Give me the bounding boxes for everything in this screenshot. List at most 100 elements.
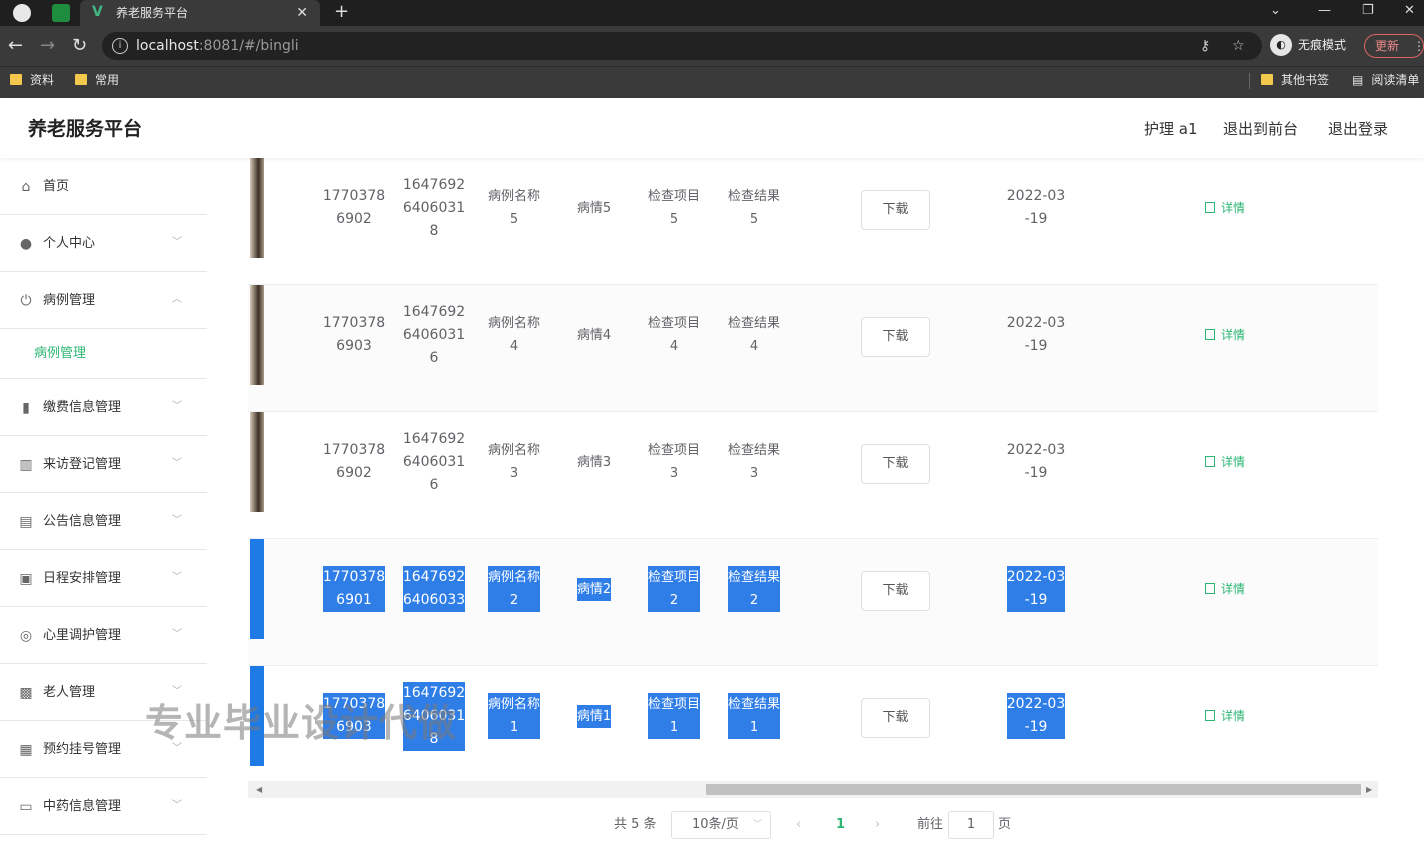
detail-link[interactable]: 详情 bbox=[1205, 412, 1245, 512]
sidebar-item-schedule[interactable]: ▣ 日程安排管理 ﹀ bbox=[0, 550, 207, 607]
reload-icon[interactable]: ↻ bbox=[72, 35, 87, 57]
download-button[interactable]: 下载 bbox=[861, 571, 930, 611]
scroll-right-icon[interactable]: ▶ bbox=[1366, 781, 1372, 798]
app-header: 养老服务平台 护理 a1 退出到前台 退出登录 bbox=[0, 98, 1424, 158]
incognito-icon: ◐ bbox=[1270, 34, 1292, 56]
sidebar-item-home[interactable]: ⌂ 首页 bbox=[0, 158, 207, 215]
sidebar-item-label: 个人中心 bbox=[43, 236, 96, 251]
update-button[interactable]: 更新 ⋮ bbox=[1364, 34, 1424, 58]
detail-link[interactable]: 详情 bbox=[1205, 666, 1245, 766]
cell-case-number: 1647692 6406033 bbox=[394, 539, 474, 639]
close-window-icon[interactable]: ✕ bbox=[1404, 0, 1415, 22]
grid-icon: ▦ bbox=[19, 742, 33, 758]
download-button[interactable]: 下载 bbox=[861, 444, 930, 484]
sidebar-item-visit[interactable]: ▥ 来访登记管理 ﹀ bbox=[0, 436, 207, 493]
cell-check-item-text: 检查项目 1 bbox=[647, 693, 700, 739]
sidebar-item-psych[interactable]: ◎ 心里调护管理 ﹀ bbox=[0, 607, 207, 664]
cell-check-item: 检查项目 1 bbox=[634, 666, 714, 766]
document-icon bbox=[1205, 202, 1215, 213]
cell-case-number-text: 1647692 6406031 8 bbox=[402, 176, 466, 239]
goto-page-input[interactable]: 1 bbox=[948, 811, 994, 839]
detail-label: 详情 bbox=[1221, 455, 1246, 469]
current-page[interactable]: 1 bbox=[836, 808, 845, 842]
cell-case-name: 病例名称 4 bbox=[474, 285, 554, 385]
sidebar-item-label: 预约挂号管理 bbox=[43, 742, 122, 757]
watermark-text: 专业毕业设计代做 bbox=[145, 701, 458, 745]
submenu-case-management[interactable]: 病例管理 bbox=[0, 329, 207, 379]
bookmark-other[interactable]: 其他书签 bbox=[1261, 67, 1329, 93]
browser-tab-active[interactable]: V 养老服务平台 ✕ bbox=[80, 0, 320, 26]
logout-link[interactable]: 退出登录 bbox=[1328, 98, 1388, 160]
prev-page-icon[interactable]: ‹ bbox=[796, 808, 801, 842]
sidebar-item-notice[interactable]: ▤ 公告信息管理 ﹀ bbox=[0, 493, 207, 550]
browser-profile-icon[interactable] bbox=[13, 4, 31, 22]
address-bar[interactable]: i localhost:8081/#/bingli ⚷ ☆ bbox=[102, 32, 1262, 60]
cell-check-item-text: 检查项目 2 bbox=[647, 566, 700, 612]
folder-icon bbox=[10, 74, 22, 85]
next-page-icon[interactable]: › bbox=[875, 808, 880, 842]
download-button[interactable]: 下载 bbox=[861, 317, 930, 357]
sheets-tab-icon[interactable] bbox=[52, 4, 70, 22]
table-row[interactable]: 1770378 6902 1647692 6406031 6 病例名称 3 病情3 检查… bbox=[248, 412, 1378, 539]
chevron-down-icon: ﹀ bbox=[172, 515, 182, 526]
tab-search-icon[interactable]: ⌄ bbox=[1270, 0, 1281, 22]
chevron-down-icon: ﹀ bbox=[752, 820, 762, 830]
table-row[interactable]: 1770378 6902 1647692 6406031 8 病例名称 5 病情5 检查… bbox=[248, 158, 1378, 285]
document-icon bbox=[1205, 710, 1215, 721]
download-button[interactable]: 下载 bbox=[861, 190, 930, 230]
table-row[interactable]: 1770378 6901 1647692 6406033 病例名称 2 病情2 检查项目… bbox=[248, 539, 1378, 666]
sidebar-item-payment[interactable]: ▮ 缴费信息管理 ﹀ bbox=[0, 379, 207, 436]
url-text: localhost:8081/#/bingli bbox=[136, 32, 299, 60]
cell-phone: 1770378 6903 bbox=[314, 285, 394, 385]
page-unit-label: 页 bbox=[998, 817, 1012, 832]
sidebar-item-case-management[interactable]: ⏻ 病例管理 ︿ bbox=[0, 272, 207, 329]
detail-link[interactable]: 详情 bbox=[1205, 158, 1245, 258]
page-size-select[interactable]: 10条/页 ﹀ bbox=[671, 811, 771, 839]
user-icon: ● bbox=[19, 236, 33, 252]
cell-condition: 病情2 bbox=[554, 539, 634, 639]
site-info-icon[interactable]: i bbox=[112, 38, 128, 54]
cell-condition: 病情5 bbox=[554, 158, 634, 258]
restore-icon[interactable]: ❐ bbox=[1362, 0, 1374, 22]
scrollbar-thumb[interactable] bbox=[706, 784, 1361, 795]
forward-icon[interactable]: → bbox=[40, 35, 55, 57]
sidebar-item-label: 缴费信息管理 bbox=[43, 400, 122, 415]
new-tab-button[interactable]: + bbox=[334, 0, 349, 24]
sidebar-item-label: 公告信息管理 bbox=[43, 514, 122, 529]
exit-to-front-link[interactable]: 退出到前台 bbox=[1223, 98, 1298, 160]
cell-check-result-text: 检查结果 3 bbox=[727, 443, 780, 481]
download-button[interactable]: 下载 bbox=[861, 698, 930, 738]
table-row[interactable]: 1770378 6903 1647692 6406031 6 病例名称 4 病情4 检查… bbox=[248, 285, 1378, 412]
cell-case-name-text: 病例名称 4 bbox=[487, 316, 540, 354]
chevron-down-icon: ﹀ bbox=[172, 629, 182, 640]
sidebar-item-label: 心里调护管理 bbox=[43, 628, 122, 643]
minimize-icon[interactable]: — bbox=[1318, 0, 1331, 22]
cell-case-name-text: 病例名称 1 bbox=[487, 693, 540, 739]
cell-phone-text: 1770378 6902 bbox=[322, 442, 386, 481]
cell-check-result-text: 检查结果 4 bbox=[727, 316, 780, 354]
sidebar-item-personal[interactable]: ● 个人中心 ﹀ bbox=[0, 215, 207, 272]
bar-icon: ▮ bbox=[22, 400, 30, 416]
key-icon[interactable]: ⚷ bbox=[1200, 37, 1210, 55]
detail-link[interactable]: 详情 bbox=[1205, 285, 1245, 385]
tab-close-icon[interactable]: ✕ bbox=[296, 0, 308, 26]
detail-link[interactable]: 详情 bbox=[1205, 539, 1245, 639]
folder-icon bbox=[75, 74, 87, 85]
detail-label: 详情 bbox=[1221, 582, 1246, 596]
bookmark-folder-changyong[interactable]: 常用 bbox=[75, 67, 119, 93]
url-host: localhost bbox=[136, 38, 199, 54]
browser-toolbar: ← → ↻ i localhost:8081/#/bingli ⚷ ☆ ◐ 无痕模… bbox=[0, 26, 1424, 66]
cell-condition: 病情3 bbox=[554, 412, 634, 512]
reading-list[interactable]: ▤ 阅读清单 bbox=[1352, 67, 1419, 93]
cell-phone: 1770378 6902 bbox=[314, 412, 394, 512]
sidebar-item-label: 来访登记管理 bbox=[43, 457, 122, 472]
scroll-left-icon[interactable]: ◀ bbox=[256, 781, 262, 798]
back-icon[interactable]: ← bbox=[8, 35, 23, 57]
bookmark-folder-ziliao[interactable]: 资料 bbox=[10, 67, 54, 93]
incognito-indicator[interactable]: ◐ 无痕模式 bbox=[1270, 34, 1346, 56]
horizontal-scrollbar[interactable]: ◀ ▶ bbox=[248, 781, 1378, 798]
star-icon[interactable]: ☆ bbox=[1232, 37, 1245, 55]
cell-check-item-text: 检查项目 3 bbox=[647, 443, 700, 481]
document-icon bbox=[1205, 456, 1215, 467]
cell-check-result-text: 检查结果 2 bbox=[727, 566, 780, 612]
